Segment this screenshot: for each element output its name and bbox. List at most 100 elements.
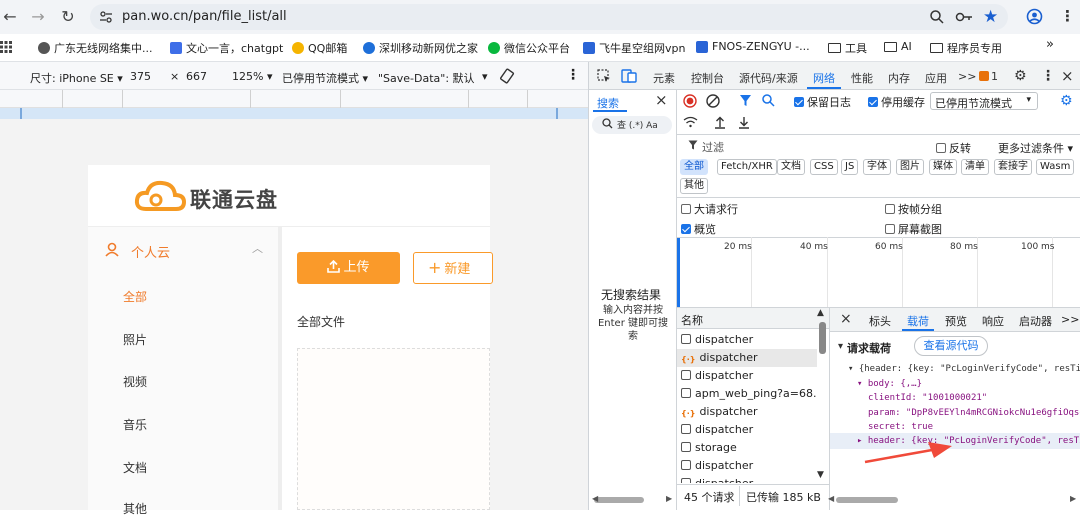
save-data-select[interactable]: "Save-Data": 默认 [378,70,475,86]
search-scroll-left-icon[interactable]: ◀ [592,494,598,503]
preserve-log-checkbox[interactable]: 保留日志 [794,94,851,110]
request-row[interactable]: {·} dispatcher [677,349,817,367]
forward-icon[interactable]: → [28,7,48,27]
request-row[interactable]: dispatcher [677,367,817,385]
request-row[interactable]: dispatcher [677,457,817,475]
name-column-header[interactable]: 名称 [681,312,703,328]
filter-funnel-icon[interactable] [739,94,752,107]
payload-caret-icon[interactable]: ▾ [838,341,843,352]
settings-gear-icon[interactable]: ⚙ [1014,68,1027,84]
tab-network[interactable]: 网络 [813,70,835,86]
device-more-icon[interactable]: ⋮ [566,67,580,83]
nav-item-other[interactable]: 其他 [123,500,147,517]
search-scroll-right-icon[interactable]: ▶ [666,494,672,503]
filter-chip-document[interactable]: 文档 [777,159,805,175]
issues-icon[interactable] [979,71,989,81]
tab-preview[interactable]: 预览 [945,313,967,329]
group-by-frame-checkbox[interactable]: 按帧分组 [885,201,942,217]
filter-chip-wasm[interactable]: Wasm [1036,159,1075,175]
bookmark-item[interactable]: 广东无线网络集中... [38,40,153,56]
export-har-icon[interactable] [738,116,750,129]
back-icon[interactable]: ← [0,7,20,27]
scroll-up-icon[interactable]: ▲ [817,308,824,318]
detail-scrollbar[interactable] [836,497,898,503]
bookmark-folder[interactable]: 工具 [828,40,867,56]
bookmark-item[interactable]: QQ邮箱 [292,40,347,56]
device-select[interactable]: 尺寸: iPhone SE ▾ [30,70,123,86]
payload-section-title[interactable]: 请求载荷 [847,340,891,356]
zoom-icon[interactable] [929,9,945,25]
bookmark-folder[interactable]: AI [884,40,912,53]
view-source-button[interactable]: 查看源代码 [914,336,988,356]
tab-headers[interactable]: 标头 [869,313,891,329]
payload-line-root[interactable]: ▾ {header: {key: "PcLoginVerifyCode", re… [848,364,1080,374]
invert-checkbox[interactable]: 反转 [936,140,971,156]
nav-item-photos[interactable]: 照片 [123,331,147,348]
filter-input[interactable]: 过滤 [680,138,928,156]
filter-chip-media[interactable]: 媒体 [929,159,957,175]
collapse-chevron-icon[interactable]: ︿ [252,240,263,256]
more-detail-tabs[interactable]: >> [1061,313,1079,326]
request-row[interactable]: {·} dispatcher [677,403,817,421]
nav-item-documents[interactable]: 文档 [123,459,147,476]
overview-checkbox[interactable]: 概览 [681,221,716,237]
bookmark-star-icon[interactable]: ★ [983,7,998,27]
bookmark-item[interactable]: 微信公众平台 [488,40,570,56]
scroll-left-icon[interactable]: ◀ [828,494,834,503]
clear-icon[interactable] [706,94,720,108]
screenshots-checkbox[interactable]: 屏幕截图 [885,221,942,237]
apps-grid-icon[interactable] [0,41,12,53]
request-row[interactable]: dispatcher [677,475,817,483]
scroll-down-icon[interactable]: ▼ [817,470,824,480]
import-har-icon[interactable] [714,116,726,129]
wifi-icon[interactable] [683,116,698,128]
rotate-icon[interactable] [499,68,515,84]
devtools-menu-icon[interactable]: ⋮ [1041,68,1055,84]
password-key-icon[interactable] [955,10,973,24]
search-options[interactable]: 查 (.*) Aa [617,118,658,131]
save-data-arrow[interactable]: ▾ [482,70,488,83]
more-tabs-button[interactable]: >> [958,70,976,83]
bookmark-item[interactable]: FNOS-ZENGYU -... [696,40,810,53]
tab-elements[interactable]: 元素 [653,70,675,86]
profile-icon[interactable] [1026,8,1043,25]
search-drawer-title[interactable]: 搜索 [597,95,619,111]
request-row[interactable]: storage [677,439,817,457]
width-input[interactable]: 375 [130,70,151,83]
tab-application[interactable]: 应用 [925,70,947,86]
request-row[interactable]: dispatcher [677,331,817,349]
filter-chip-font[interactable]: 字体 [863,159,891,175]
nav-item-all[interactable]: 全部 [123,288,147,305]
more-bookmarks-button[interactable]: » [1046,37,1054,52]
close-search-icon[interactable]: × [655,91,668,109]
new-button[interactable]: + 新建 [413,252,493,284]
tab-payload[interactable]: 载荷 [907,313,929,329]
inspect-element-icon[interactable] [597,69,611,83]
more-filters-dropdown[interactable]: 更多过滤条件 ▾ [998,140,1073,156]
network-settings-icon[interactable]: ⚙ [1060,93,1073,109]
disable-cache-checkbox[interactable]: 停用缓存 [868,94,925,110]
bookmark-folder[interactable]: 程序员专用 [930,40,1002,56]
nav-item-videos[interactable]: 视频 [123,373,147,390]
menu-kebab-icon[interactable]: ⋮ [1060,7,1075,25]
network-throttle-select[interactable]: 已停用节流模式 ▾ [930,92,1038,110]
request-list-scrollbar[interactable] [819,322,826,354]
drop-zone[interactable] [297,348,490,510]
height-input[interactable]: 667 [186,70,207,83]
filter-chip-image[interactable]: 图片 [896,159,924,175]
upload-button[interactable]: 上传 [297,252,400,284]
device-toggle-icon[interactable] [621,69,637,83]
record-icon[interactable] [683,94,697,108]
tab-console[interactable]: 控制台 [691,70,724,86]
tab-response[interactable]: 响应 [982,313,1004,329]
section-personal-cloud[interactable]: 个人云 [131,242,170,261]
bookmark-item[interactable]: 飞牛星空组网vpn [583,40,685,56]
zoom-select[interactable]: 125% ▾ [232,70,272,83]
search-scrollbar[interactable] [594,497,644,503]
nav-item-music[interactable]: 音乐 [123,416,147,433]
tab-sources[interactable]: 源代码/来源 [739,70,798,86]
tab-performance[interactable]: 性能 [851,70,873,86]
scroll-right-icon[interactable]: ▶ [1070,494,1076,503]
close-devtools-icon[interactable]: × [1061,67,1074,85]
site-settings-icon[interactable] [99,10,113,24]
